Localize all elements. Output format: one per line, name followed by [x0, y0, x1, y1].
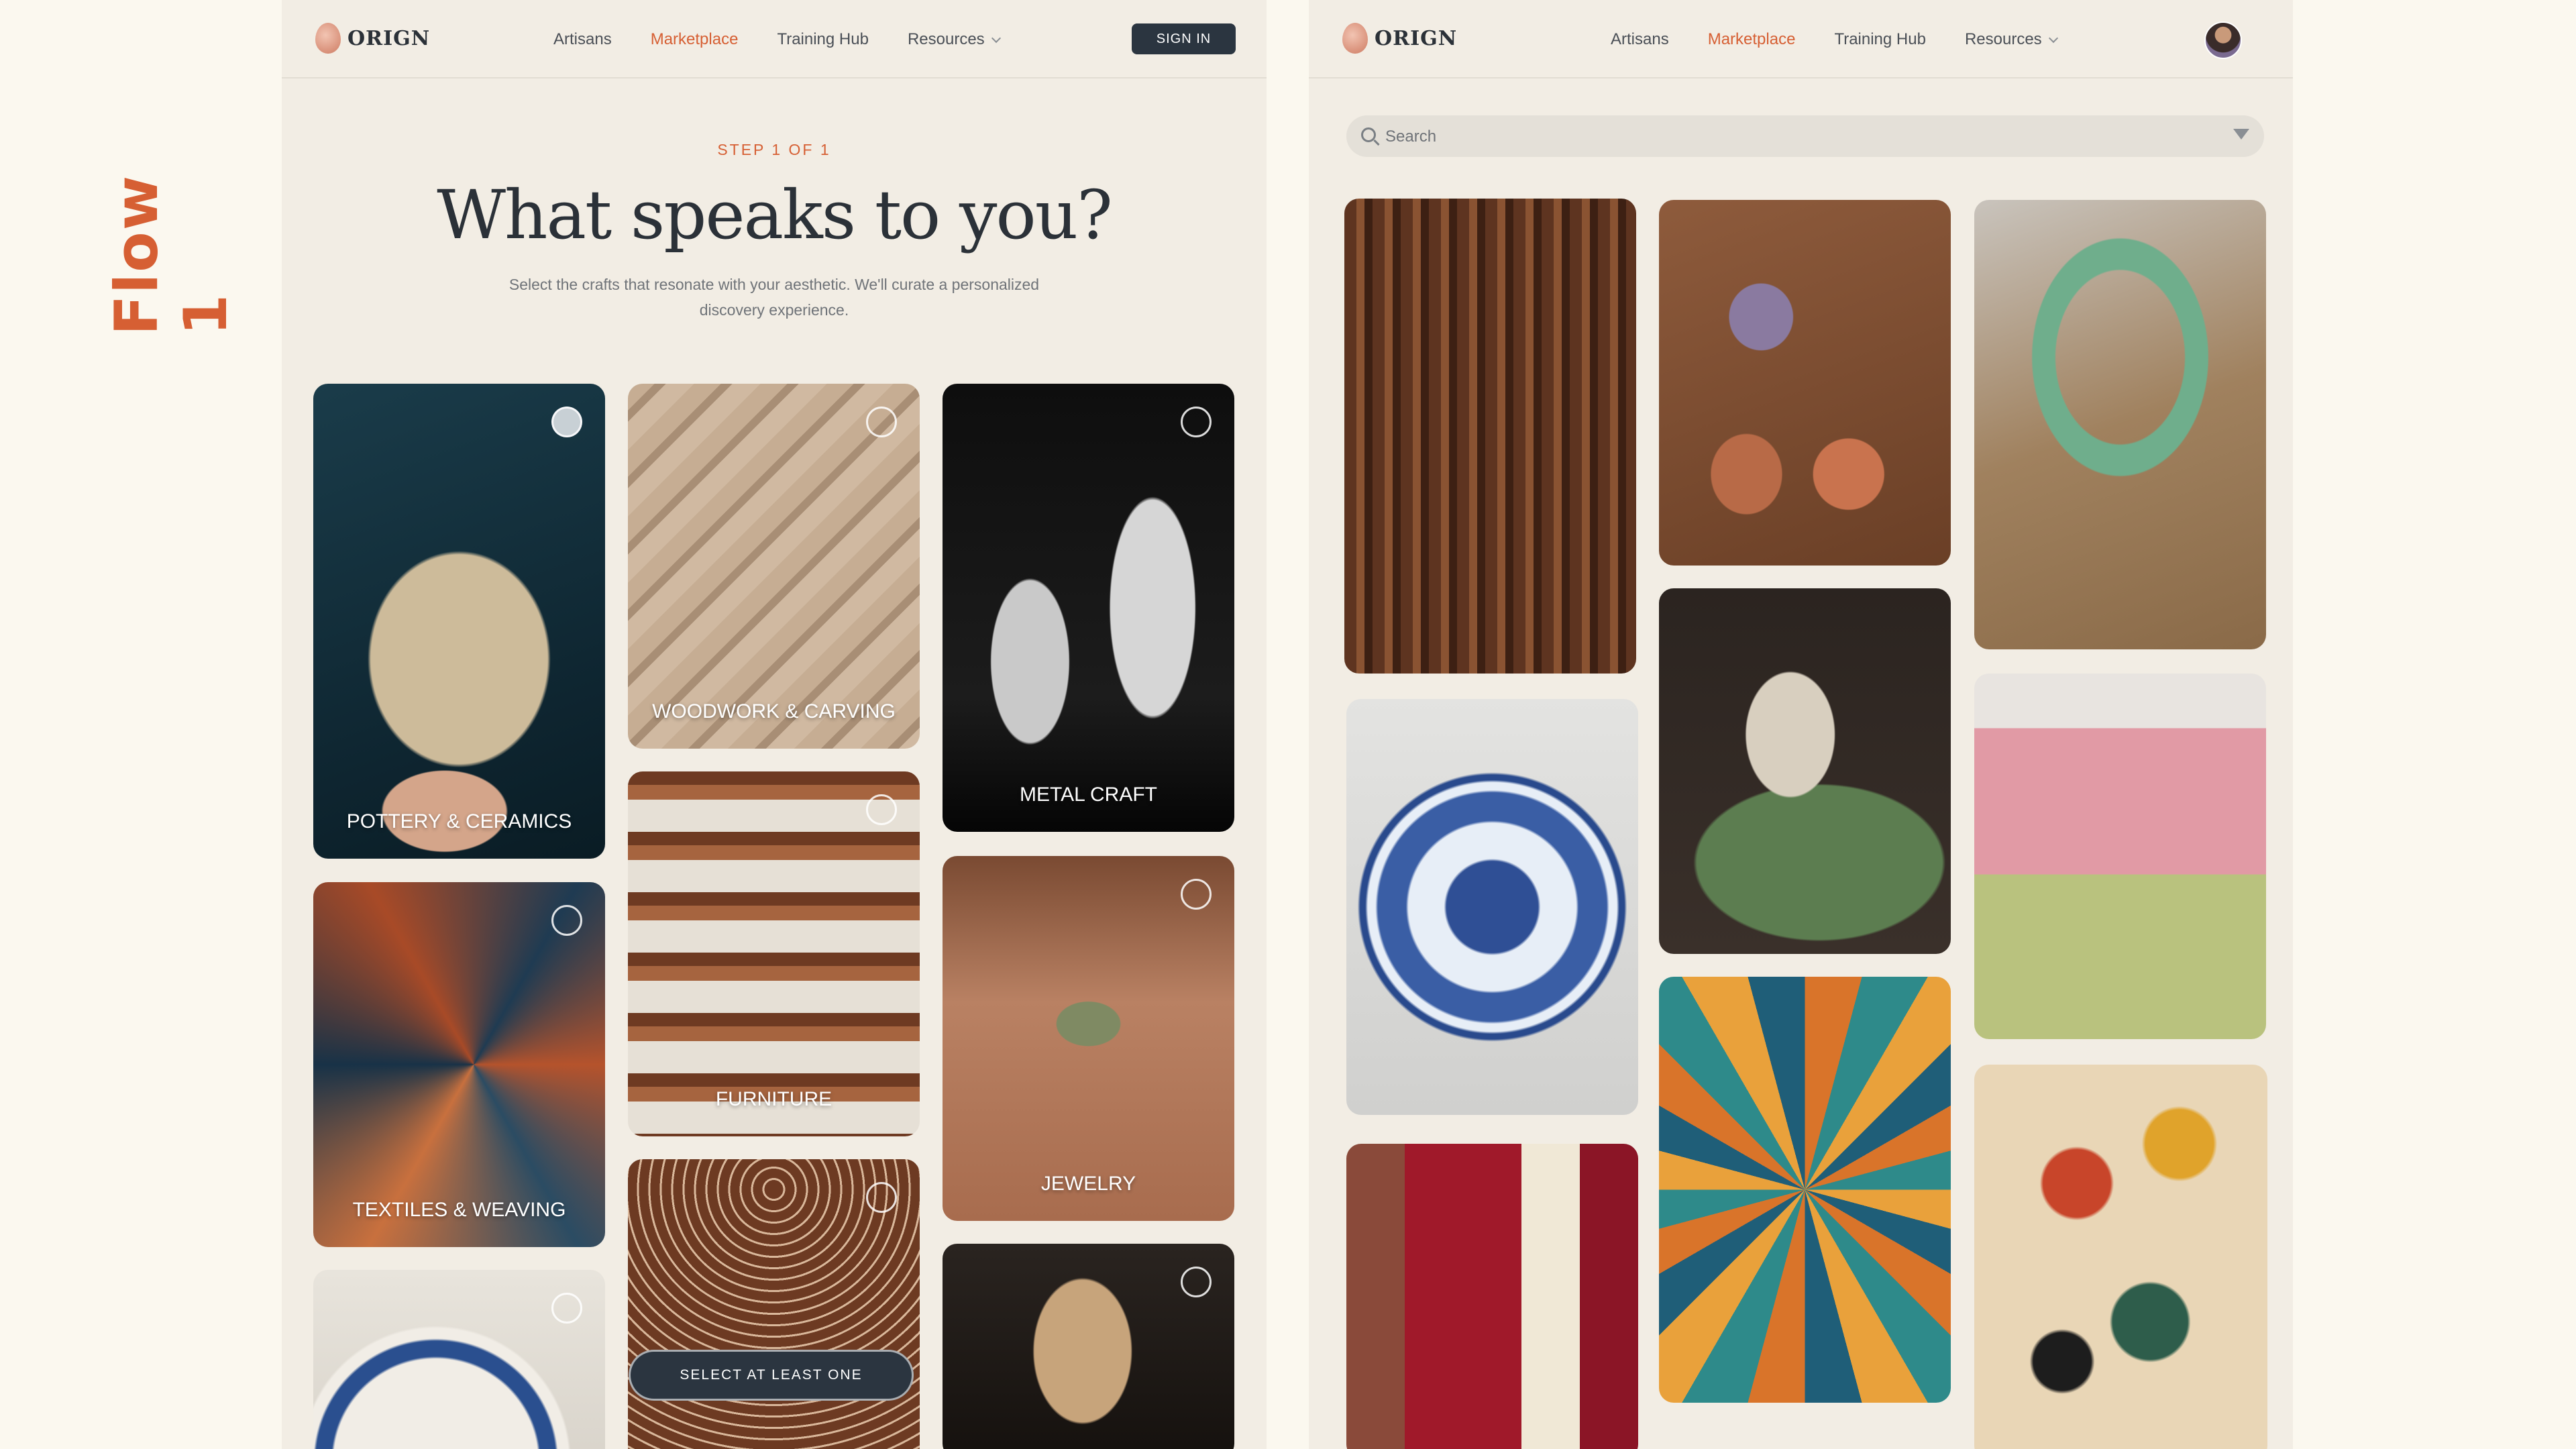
onboarding-panel: ORIGN Artisans Marketplace Training Hub …	[282, 0, 1267, 1449]
category-label: FURNITURE	[715, 1088, 833, 1110]
product-card-kalamkari-textile[interactable]	[1974, 1065, 2267, 1449]
logo-mark-icon	[315, 23, 341, 54]
chevron-down-icon	[991, 33, 1001, 43]
select-circle-icon[interactable]	[866, 407, 897, 437]
nav-link-resources-label: Resources	[907, 30, 985, 48]
nav-link-artisans[interactable]: Artisans	[553, 30, 612, 49]
product-card-painted-tiles[interactable]	[1659, 977, 1951, 1403]
nav-link-training-hub[interactable]: Training Hub	[777, 30, 869, 49]
page-subtitle: Select the crafts that resonate with you…	[508, 276, 1040, 319]
product-card-kundan-necklace[interactable]	[1974, 200, 2266, 649]
product-card-painted-trays[interactable]	[1659, 200, 1951, 566]
nav-link-training-hub[interactable]: Training Hub	[1834, 30, 1926, 49]
sign-in-button[interactable]: SIGN IN	[1132, 23, 1236, 54]
select-circle-icon[interactable]	[866, 794, 897, 825]
logo-mark-icon	[1342, 23, 1368, 54]
nav-links: Artisans Marketplace Training Hub Resour…	[1611, 0, 2058, 78]
category-label: POTTERY & CERAMICS	[346, 810, 572, 833]
logo[interactable]: ORIGN	[1342, 23, 1457, 54]
select-circle-icon[interactable]	[1181, 407, 1212, 437]
select-circle-icon[interactable]	[1181, 879, 1212, 910]
step-indicator: STEP 1 OF 1	[717, 141, 831, 158]
category-tile-metal-craft[interactable]: METAL CRAFT	[943, 384, 1234, 832]
filter-icon[interactable]	[2233, 129, 2249, 140]
category-tile-warli-art[interactable]	[628, 1159, 920, 1449]
nav-link-resources-label: Resources	[1964, 30, 2042, 48]
search-bar[interactable]: Search	[1346, 115, 2264, 157]
user-avatar[interactable]	[2204, 21, 2242, 59]
category-tile-furniture[interactable]: FURNITURE	[628, 771, 920, 1136]
product-card-blue-pottery-plate[interactable]	[1346, 699, 1638, 1115]
category-tile-textiles[interactable]: TEXTILES & WEAVING	[313, 882, 605, 1247]
top-nav: ORIGN Artisans Marketplace Training Hub …	[282, 0, 1267, 78]
category-label: JEWELRY	[1040, 1173, 1136, 1195]
select-at-least-one-button[interactable]: SELECT AT LEAST ONE	[629, 1350, 914, 1401]
logo-text: ORIGN	[347, 26, 431, 50]
nav-link-resources[interactable]: Resources	[1964, 30, 2058, 49]
top-nav: ORIGN Artisans Marketplace Training Hub …	[1309, 0, 2293, 78]
category-tile-blue-pottery[interactable]	[313, 1270, 605, 1449]
category-tile-bamboo[interactable]	[943, 1244, 1234, 1449]
category-label: METAL CRAFT	[1019, 784, 1157, 806]
page-title: What speaks to you?	[437, 176, 1113, 254]
select-circle-icon[interactable]	[551, 1293, 582, 1324]
nav-link-marketplace[interactable]: Marketplace	[651, 30, 739, 49]
category-tile-pottery[interactable]: POTTERY & CERAMICS	[313, 384, 605, 859]
category-tile-woodwork[interactable]: WOODWORK & CARVING	[628, 384, 920, 749]
product-card-carved-shrine[interactable]	[1344, 199, 1636, 674]
flow-label: Flow 1	[102, 174, 240, 335]
search-input[interactable]: Search	[1385, 127, 1436, 146]
nav-links: Artisans Marketplace Training Hub Resour…	[553, 0, 1001, 78]
nav-link-artisans[interactable]: Artisans	[1611, 30, 1669, 49]
selected-check-icon[interactable]	[551, 407, 582, 437]
category-label: WOODWORK & CARVING	[652, 700, 896, 722]
product-card-red-lehenga[interactable]	[1346, 1144, 1638, 1449]
category-label: TEXTILES & WEAVING	[352, 1199, 566, 1221]
logo[interactable]: ORIGN	[315, 23, 430, 54]
chevron-down-icon	[2048, 33, 2058, 43]
logo-text: ORIGN	[1375, 26, 1458, 50]
marketplace-panel: ORIGN Artisans Marketplace Training Hub …	[1309, 0, 2293, 1449]
select-circle-icon[interactable]	[551, 905, 582, 936]
select-circle-icon[interactable]	[1181, 1267, 1212, 1297]
product-card-frog-incense-holder[interactable]	[1659, 588, 1951, 954]
nav-link-marketplace[interactable]: Marketplace	[1708, 30, 1796, 49]
select-circle-icon[interactable]	[866, 1182, 897, 1213]
search-icon	[1361, 127, 1376, 142]
nav-link-resources[interactable]: Resources	[907, 30, 1001, 49]
product-card-pink-saree[interactable]	[1974, 674, 2266, 1039]
category-tile-jewelry[interactable]: JEWELRY	[943, 856, 1234, 1221]
